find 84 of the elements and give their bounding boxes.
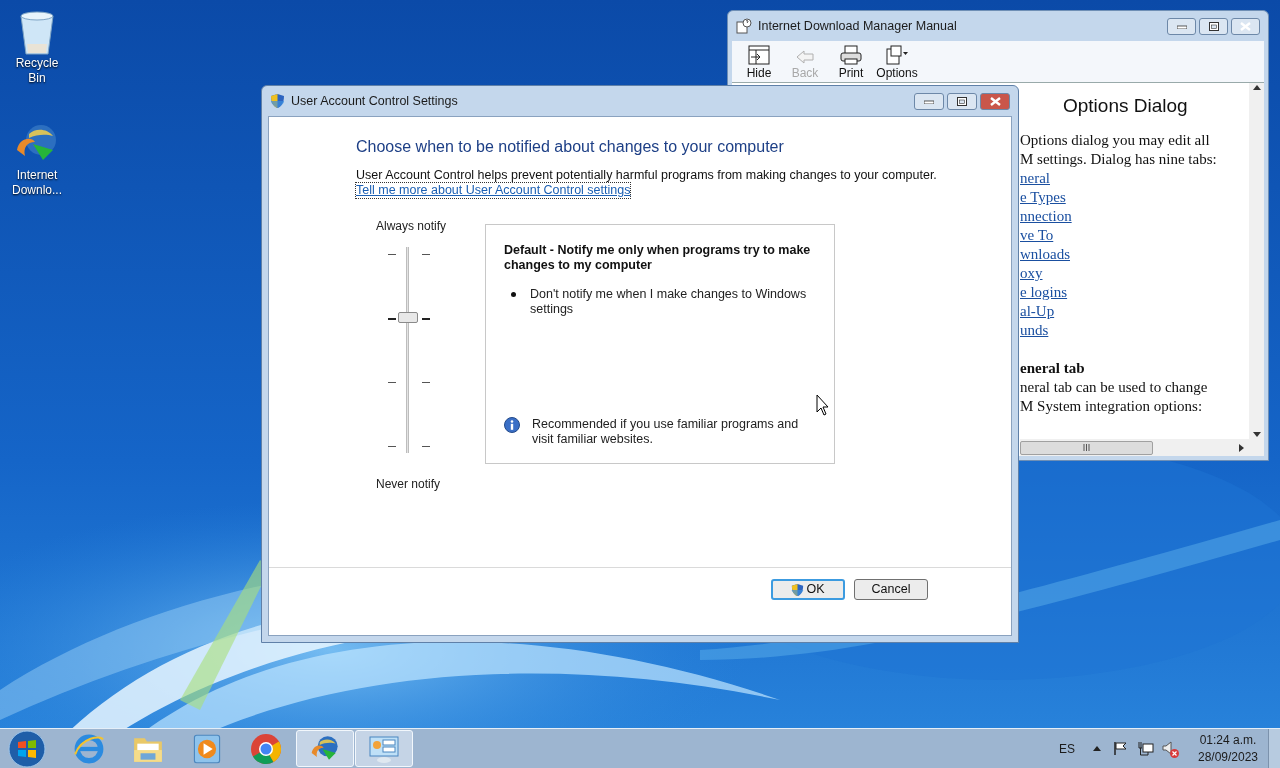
scroll-down-icon[interactable] [1252, 432, 1261, 437]
maximize-icon [957, 96, 967, 106]
link[interactable]: neral [1020, 169, 1050, 188]
scroll-up-icon[interactable] [1252, 85, 1261, 90]
window-title: User Account Control Settings [291, 92, 459, 110]
tick-mark [388, 318, 396, 320]
maximize-icon [1208, 21, 1219, 31]
slider-label: Never notify [376, 476, 441, 493]
toolbar-button[interactable]: Print [830, 45, 872, 80]
tick-mark [422, 318, 430, 320]
scroll-right-icon[interactable] [1239, 443, 1244, 452]
bullet-text: Don't notify me when I make changes to Windows settings [530, 287, 808, 317]
dialog-button[interactable]: OK [771, 579, 845, 600]
flag-icon[interactable] [1113, 741, 1128, 756]
link[interactable]: e logins [1020, 283, 1068, 302]
clock-date: 28/09/2023 [1197, 748, 1259, 766]
minimize-icon [924, 98, 934, 104]
taskbar-button[interactable] [355, 730, 413, 767]
link[interactable]: e Types [1020, 188, 1066, 207]
browser-icon [250, 732, 282, 765]
help-link[interactable]: Tell me more about User Account Control settings [356, 183, 631, 198]
slider-label: Always notify [376, 218, 447, 235]
tick-mark [422, 446, 430, 447]
toolbar-button[interactable]: Hide [738, 45, 780, 80]
info-icon [504, 417, 520, 433]
clock[interactable]: 01:24 a.m. 28/09/2023 [1192, 731, 1264, 766]
cursor-icon [816, 394, 830, 416]
close-icon [1240, 21, 1251, 31]
minimize-icon [1176, 23, 1187, 29]
printer-icon [840, 45, 862, 65]
text-line: Options dialog you may edit all [1020, 131, 1211, 150]
close-button[interactable] [1231, 17, 1260, 35]
windows-flag-icon [8, 729, 46, 768]
dialog-heading: Choose when to be notified about changes to your computer [356, 137, 784, 157]
window-title: Internet Download Manager Manual [758, 17, 958, 35]
text-line: M settings. Dialog has nine tabs: [1020, 150, 1218, 169]
slider-thumb[interactable] [398, 312, 418, 324]
taskbar-button[interactable] [296, 730, 354, 767]
show-desktop-button[interactable] [1268, 728, 1280, 768]
maximize-button[interactable] [1199, 17, 1228, 35]
show-hidden-icons-icon[interactable] [1093, 746, 1101, 751]
tick-mark [422, 382, 430, 383]
scroll-thumb[interactable] [1020, 440, 1153, 455]
language-indicator[interactable]: ES [1059, 739, 1075, 758]
icon-label[interactable]: Internet Downlo... [7, 168, 67, 198]
tick-mark [388, 446, 396, 447]
section-heading: eneral tab [1020, 359, 1086, 378]
shield-icon [791, 582, 805, 597]
link[interactable]: oxy [1020, 264, 1043, 283]
shield-icon [270, 93, 285, 109]
text-line: M System integration options: [1020, 397, 1204, 416]
description-text: User Account Control helps prevent potentially harmful programs from making changes to your computer. [356, 168, 937, 183]
level-title: Default - Notify me only when programs try to make changes to my computer [504, 243, 812, 273]
link[interactable]: ve To [1020, 226, 1054, 245]
hide-pane-icon [748, 45, 770, 65]
tick-mark [388, 382, 396, 383]
page-heading: Options Dialog [1062, 95, 1189, 117]
link[interactable]: wnloads [1020, 245, 1070, 264]
dialog-button[interactable]: Cancel [854, 579, 928, 600]
help-icon [736, 18, 752, 34]
link[interactable]: nnection [1020, 207, 1072, 226]
grip-icon [1083, 444, 1090, 451]
recycle-bin-icon[interactable] [17, 10, 57, 56]
tick-mark [388, 254, 396, 255]
link[interactable]: unds [1020, 321, 1049, 340]
options-icon [885, 45, 909, 65]
play-icon [191, 732, 223, 765]
link[interactable]: al-Up [1020, 302, 1055, 321]
toolbar-button[interactable]: Options [876, 45, 918, 80]
note-text: Recommended if you use familiar programs and visit familiar websites. [532, 417, 800, 447]
vertical-scrollbar[interactable] [1249, 83, 1264, 439]
horizontal-scrollbar[interactable] [1020, 439, 1264, 456]
back-arrow-icon [795, 49, 815, 65]
close-button[interactable] [980, 92, 1010, 110]
text-line: neral tab can be used to change [1020, 378, 1209, 397]
bullet-icon [511, 292, 516, 297]
network-icon[interactable] [1138, 741, 1154, 756]
clock-time: 01:24 a.m. [1199, 731, 1257, 749]
slider-track[interactable] [398, 247, 418, 453]
maximize-button[interactable] [947, 92, 977, 110]
tick-mark [422, 254, 430, 255]
icon-label[interactable]: Recycle Bin [7, 56, 67, 86]
browser-icon [73, 732, 105, 765]
close-icon [989, 96, 1001, 106]
